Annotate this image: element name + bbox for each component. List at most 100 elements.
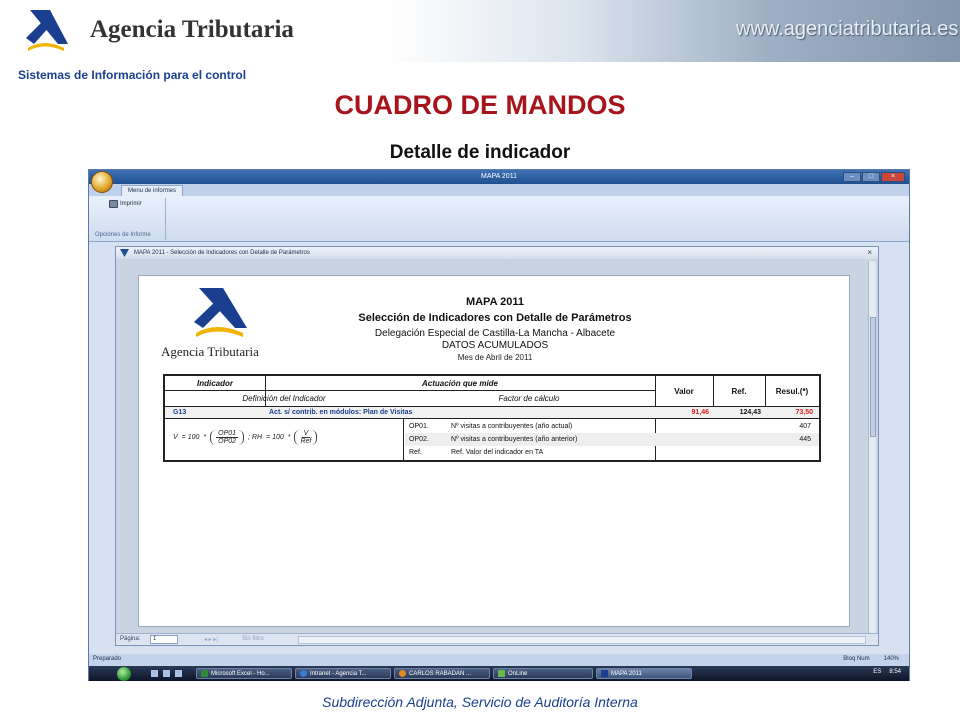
- filter-indicator[interactable]: Sin filtro: [242, 636, 264, 642]
- header-definicion: Definición del Indicador: [242, 393, 326, 403]
- taskbar-carlos[interactable]: CARLOS RABADAN ...: [394, 668, 490, 679]
- header-ref: Ref.: [731, 386, 747, 396]
- formula-ref-den: Ref: [300, 437, 312, 445]
- task-label: Microsoft Excel - Ho...: [211, 670, 270, 677]
- indicator-resul: 73,50: [795, 409, 813, 416]
- website-url[interactable]: www.agenciatributaria.es: [736, 18, 958, 41]
- maximize-button[interactable]: □: [862, 172, 880, 182]
- vertical-scrollbar[interactable]: [868, 261, 876, 633]
- taskbar-online[interactable]: OnLine: [493, 668, 593, 679]
- report-title: MAPA 2011: [465, 296, 525, 308]
- mapa-icon: [601, 670, 608, 677]
- status-text: Preparado: [93, 656, 122, 662]
- formula-rh: ; RH: [248, 433, 263, 441]
- header-resul: Resul.(*): [775, 386, 809, 396]
- formula-v-num: V: [301, 429, 311, 438]
- param-desc: Nº visitas a contribuyentes (año actual): [451, 423, 573, 430]
- windows-taskbar: Microsoft Excel - Ho... Intranet - Agenc…: [89, 666, 909, 681]
- app-title: MAPA 2011: [481, 173, 517, 180]
- horizontal-scrollbar[interactable]: [298, 636, 866, 644]
- ribbon: Imprimir Opciones de Informe: [89, 196, 909, 242]
- start-button[interactable]: [117, 666, 131, 681]
- header-factor: Factor de cálculo: [498, 393, 560, 403]
- indicator-table: Indicador Actuación que mide Definición …: [163, 374, 821, 462]
- taskbar-intranet[interactable]: Intranet - Agencia T...: [295, 668, 391, 679]
- ie-icon: [300, 670, 307, 677]
- agency-logo-icon: [26, 10, 68, 51]
- param-row: OP01. Nº visitas a contribuyentes (año a…: [405, 420, 819, 433]
- report-heading: Selección de Indicadores con Detalle de …: [358, 312, 632, 324]
- formula-fraction: OP01 OP02: [210, 429, 245, 445]
- param-value: 445: [799, 436, 811, 443]
- task-label: OnLine: [508, 670, 528, 677]
- numlock-indicator: Bloq Num: [843, 656, 870, 662]
- ribbon-group-label: Opciones de Informe: [95, 232, 151, 238]
- param-value: 407: [799, 423, 811, 430]
- language-indicator[interactable]: ES: [873, 669, 881, 675]
- minimize-button[interactable]: –: [843, 172, 861, 182]
- table-divider: [403, 418, 404, 460]
- printer-icon: [109, 200, 118, 208]
- indicator-ref: 124,43: [739, 409, 761, 416]
- formula-eq: = 100: [181, 433, 200, 441]
- param-desc: Nº visitas a contribuyentes (año anterio…: [451, 436, 578, 443]
- quick-launch: [151, 670, 182, 677]
- viewer-close-icon[interactable]: ×: [867, 247, 872, 259]
- formula-op02: OP02: [218, 437, 237, 445]
- param-row: OP02. Nº visitas a contribuyentes (año a…: [405, 433, 819, 446]
- system-tray: ES 8:54: [873, 669, 901, 675]
- access-app-window: MAPA 2011 – □ × Menu de informes Imprimi…: [88, 169, 910, 681]
- agency-name: Agencia Tributaria: [90, 16, 294, 43]
- system-title: Sistemas de Información para el control: [18, 68, 247, 82]
- header-banner: Agencia Tributaria www.agenciatributaria…: [0, 0, 960, 62]
- taskbar-excel[interactable]: Microsoft Excel - Ho...: [196, 668, 292, 679]
- taskbar-mapa[interactable]: MAPA 2011: [596, 668, 692, 679]
- task-label: CARLOS RABADAN ...: [409, 670, 472, 677]
- param-row: Ref. Ref. Valor del indicador en TA: [405, 446, 819, 459]
- task-label: MAPA 2011: [611, 670, 642, 677]
- print-button[interactable]: Imprimir: [109, 200, 142, 208]
- report-period: Mes de Abril de 2011: [457, 353, 533, 362]
- report-delegation: Delegación Especial de Castilla-La Manch…: [374, 328, 616, 339]
- formula-times2: *: [287, 433, 291, 441]
- report-icon: [120, 249, 129, 257]
- tab-menu-informes[interactable]: Menu de informes: [121, 185, 184, 196]
- formula-fraction-2: V Ref: [294, 429, 318, 445]
- record-navigator: Página: 1 ◂ ▸ ▸| Sin filtro: [116, 633, 878, 645]
- quick-launch-icon[interactable]: [175, 670, 182, 677]
- page-subtitle: Detalle de indicador: [389, 142, 571, 163]
- formula-v: V: [173, 433, 178, 441]
- formula-op01: OP01: [216, 429, 239, 438]
- clock[interactable]: 8:54: [889, 669, 901, 675]
- ribbon-tabs: Menu de informes: [89, 184, 909, 196]
- page-title: CUADRO DE MANDOS: [334, 90, 626, 120]
- quick-launch-icon[interactable]: [151, 670, 158, 677]
- param-desc: Ref. Valor del indicador en TA: [451, 449, 544, 456]
- ribbon-separator: [165, 198, 166, 240]
- indicator-action: Act. s/ contrib. en módulos: Plan de Vis…: [269, 409, 413, 416]
- zoom-level[interactable]: 140%: [884, 656, 899, 662]
- scrollbar-thumb[interactable]: [870, 317, 876, 437]
- footer-text: Subdirección Adjunta, Servicio de Audito…: [322, 694, 638, 710]
- viewer-title: MAPA 2011 - Selección de Indicadores con…: [134, 250, 310, 256]
- param-code: OP01.: [409, 423, 429, 430]
- print-label: Imprimir: [120, 201, 142, 207]
- indicator-formula: V = 100 * OP01 OP02 ; RH = 100 * V Ref: [173, 422, 399, 452]
- pager-label: Página:: [120, 636, 141, 642]
- header-actuacion: Actuación que mide: [421, 378, 498, 388]
- messenger-icon: [399, 670, 406, 677]
- office-button[interactable]: [91, 171, 113, 193]
- page-nav-arrows-icon[interactable]: ◂ ▸ ▸|: [204, 636, 218, 643]
- param-code: OP02.: [409, 436, 429, 443]
- page-number-input[interactable]: 1: [150, 635, 178, 644]
- viewer-titlebar: MAPA 2011 - Selección de Indicadores con…: [116, 247, 878, 259]
- status-bar: Preparado Bloq Num 140%: [89, 654, 909, 666]
- table-divider: [165, 418, 819, 419]
- param-code: Ref.: [409, 449, 422, 456]
- online-icon: [498, 670, 505, 677]
- formula-eq2: = 100: [266, 433, 284, 441]
- formula-times: *: [203, 433, 207, 441]
- quick-launch-icon[interactable]: [163, 670, 170, 677]
- close-button[interactable]: ×: [881, 172, 905, 182]
- app-titlebar: MAPA 2011 – □ ×: [89, 170, 909, 184]
